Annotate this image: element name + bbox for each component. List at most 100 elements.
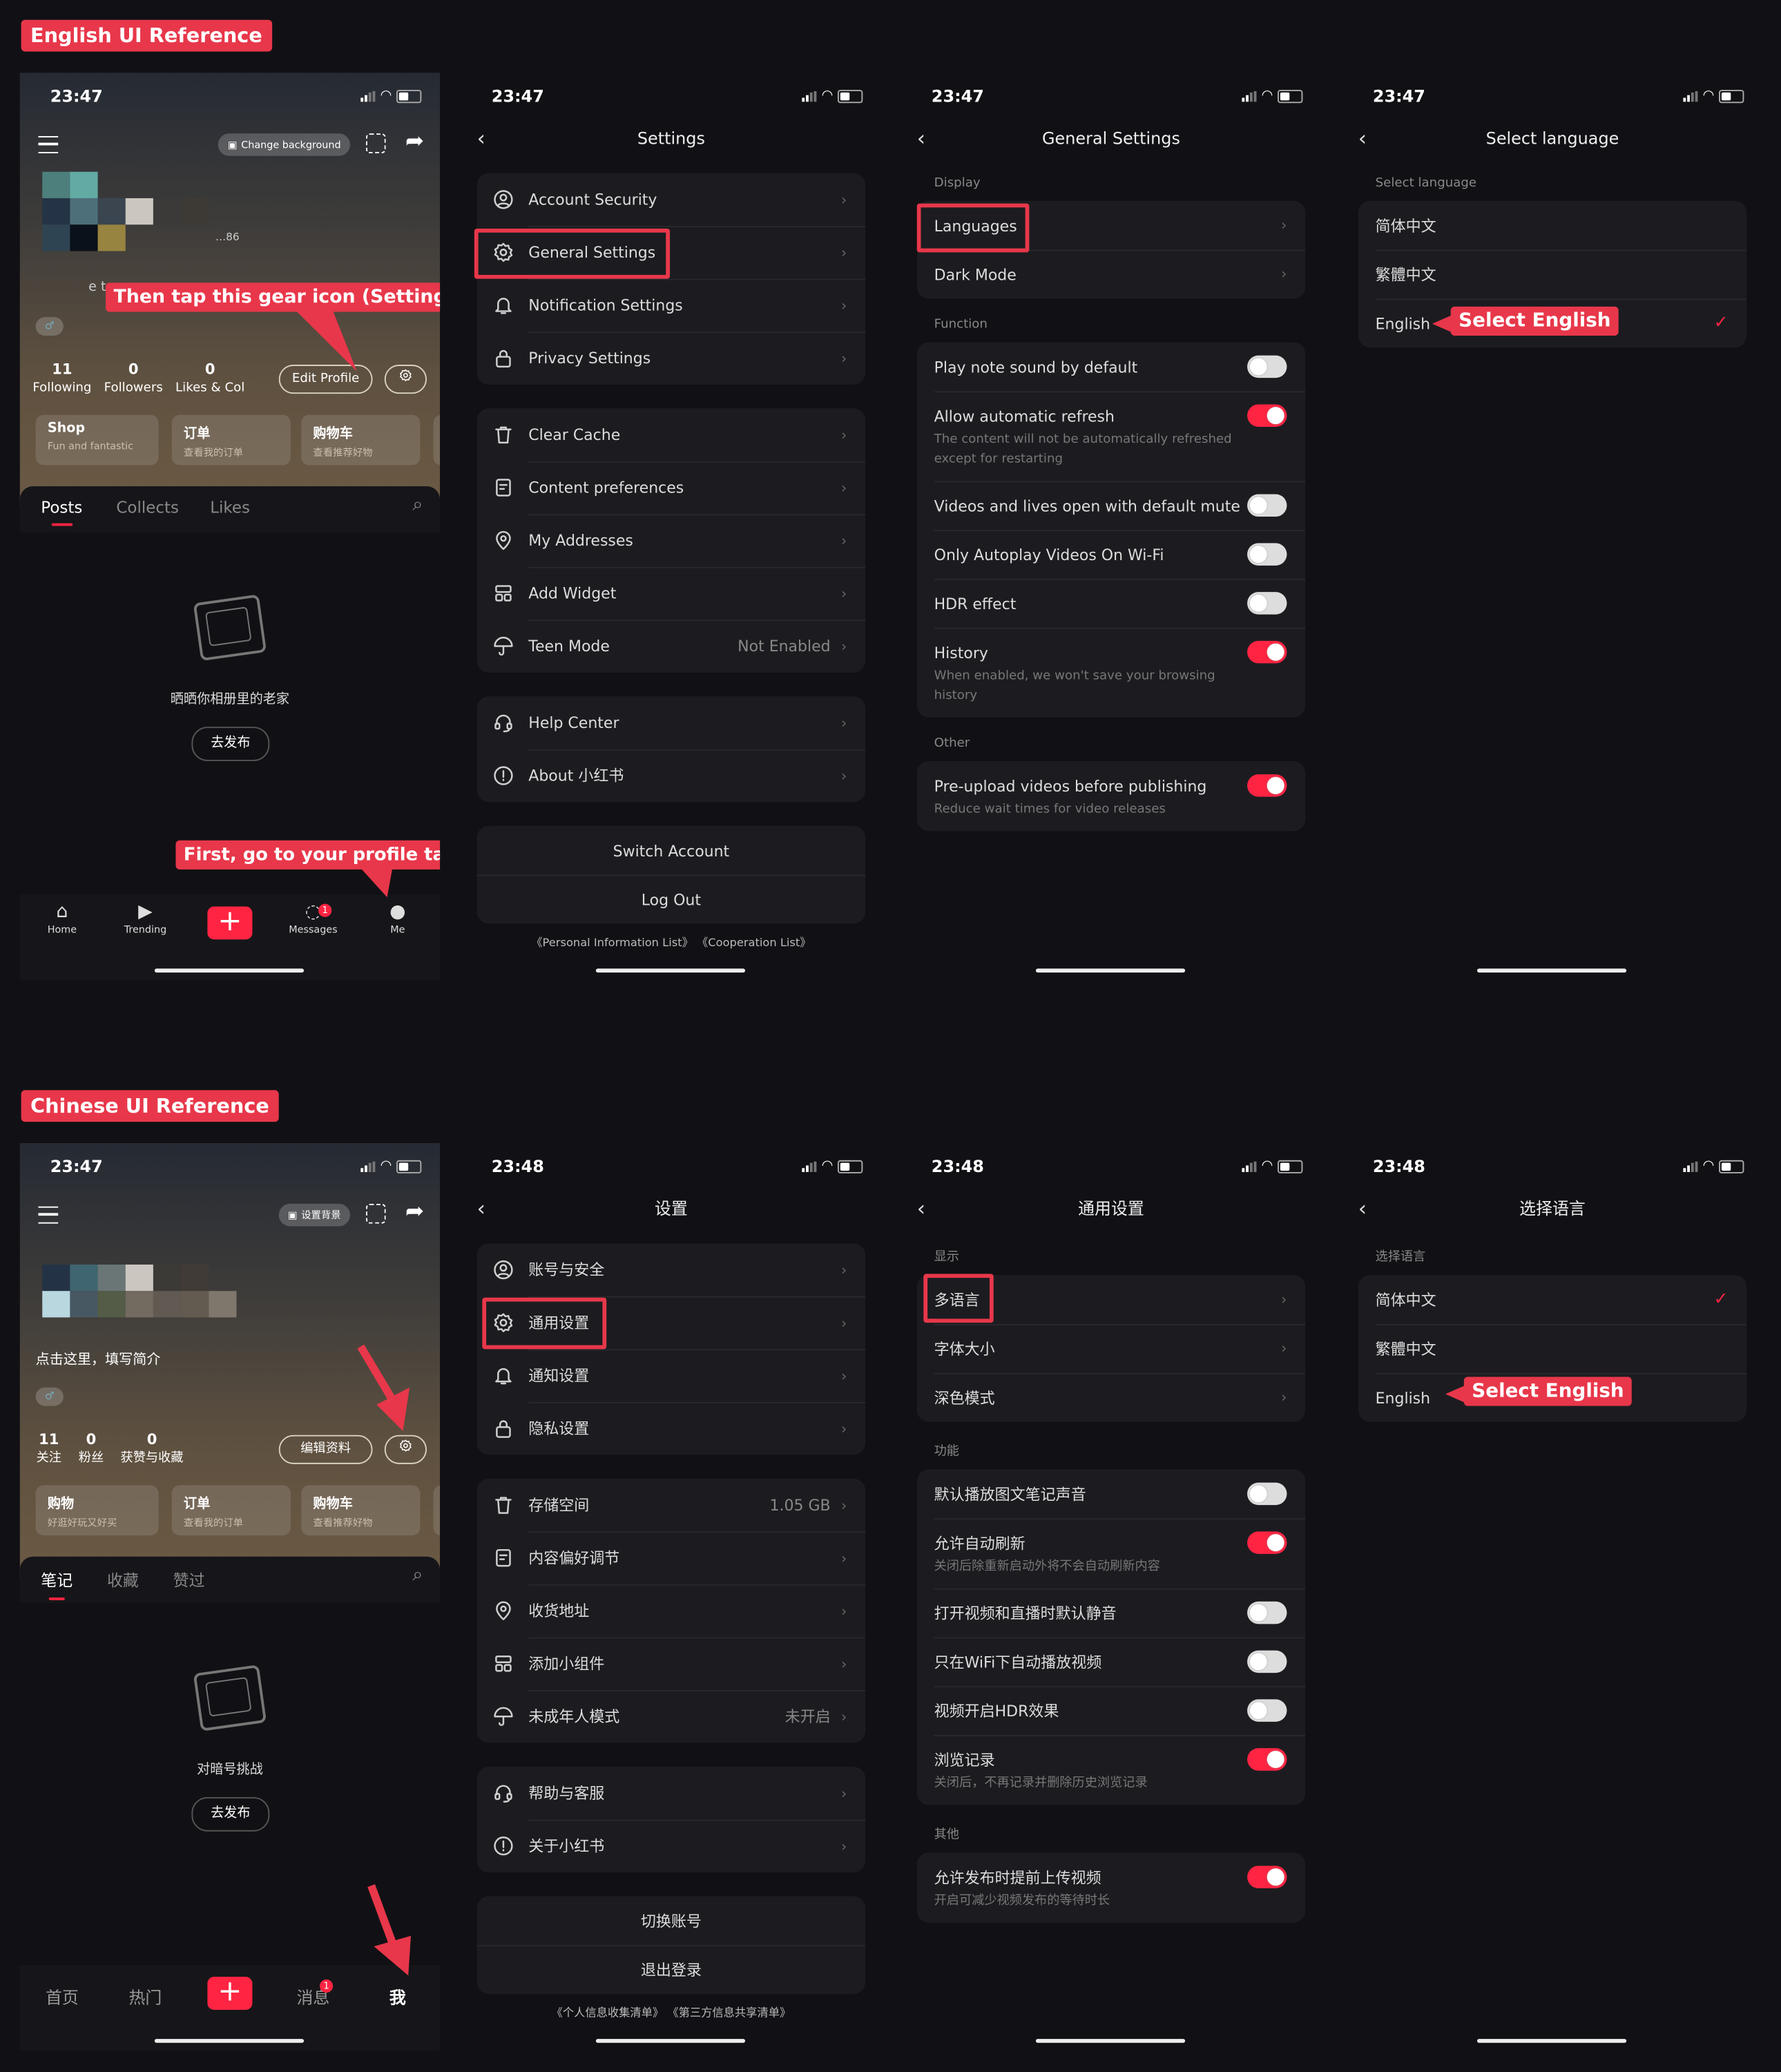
- nav-item-2[interactable]: 消息 1: [280, 1979, 347, 2008]
- share-icon[interactable]: ➦: [405, 128, 424, 155]
- settings-item-headset[interactable]: 帮助与客服 ›: [477, 1767, 865, 1820]
- edit-profile-button[interactable]: 编辑资料: [278, 1435, 373, 1464]
- menu-icon[interactable]: [38, 136, 59, 153]
- nav-item-2[interactable]: ◌ Messages 1: [280, 901, 347, 936]
- tab-2[interactable]: Likes: [210, 498, 250, 517]
- toggle-switch[interactable]: [1247, 1650, 1287, 1673]
- nav-item-1[interactable]: 热门: [113, 1984, 179, 2008]
- back-button[interactable]: ‹: [917, 1193, 925, 1225]
- settings-item-info[interactable]: 关于小红书 ›: [477, 1819, 866, 1872]
- nav-item-0[interactable]: 首页: [29, 1984, 95, 2008]
- toggle-switch[interactable]: [1247, 1699, 1287, 1722]
- post-button[interactable]: 去发布: [191, 727, 270, 762]
- shortcut-card[interactable]: 购物 好逛好玩又好买: [35, 1485, 159, 1536]
- scan-icon[interactable]: [365, 133, 386, 153]
- settings-item-widget[interactable]: 添加小组件 ›: [477, 1637, 866, 1690]
- shortcut-card[interactable]: 订单 查看我的订单: [171, 1485, 291, 1536]
- settings-item-lock[interactable]: 隐私设置 ›: [477, 1401, 866, 1455]
- scan-icon[interactable]: [365, 1203, 386, 1224]
- footer-links[interactable]: 《Personal Information List》 《Cooperation…: [477, 934, 865, 950]
- settings-item-trash[interactable]: Clear Cache ›: [477, 408, 865, 461]
- back-button[interactable]: ‹: [917, 123, 925, 155]
- shortcut-card-partial[interactable]: [433, 1485, 441, 1536]
- switch-account-button[interactable]: Switch Account: [477, 826, 865, 875]
- shortcut-card[interactable]: 购物车 查看推荐好物: [301, 1485, 421, 1536]
- settings-item-account-security[interactable]: Account Security ›: [477, 173, 865, 227]
- settings-item-document[interactable]: 内容偏好调节 ›: [477, 1531, 866, 1584]
- settings-option[interactable]: 多语言 ›: [917, 1275, 1305, 1324]
- log-out-button[interactable]: 退出登录: [476, 1945, 866, 1994]
- toggle-switch[interactable]: [1247, 404, 1287, 427]
- post-button[interactable]: 去发布: [191, 1796, 270, 1832]
- create-post-button[interactable]: +: [207, 905, 253, 940]
- nav-item-0[interactable]: ⌂ Home: [29, 901, 95, 936]
- language-option[interactable]: 繁體中文: [1358, 1324, 1747, 1373]
- toggle-switch[interactable]: [1247, 355, 1287, 378]
- shortcut-card[interactable]: 订单 查看我的订单: [171, 414, 291, 466]
- stat-1[interactable]: 0 Followers: [94, 361, 173, 398]
- search-icon[interactable]: ⌕: [412, 495, 423, 516]
- settings-item-widget[interactable]: Add Widget ›: [477, 566, 866, 620]
- log-out-button[interactable]: Log Out: [476, 874, 866, 924]
- stat-2[interactable]: 0 获赞与收藏: [113, 1431, 192, 1468]
- search-icon[interactable]: ⌕: [412, 1564, 423, 1586]
- tab-0[interactable]: 笔记: [41, 1569, 73, 1600]
- settings-item-umbrella[interactable]: 未成年人模式 未开启 ›: [477, 1689, 866, 1743]
- stat-2[interactable]: 0 Likes & Col: [171, 361, 250, 398]
- shortcut-card-partial[interactable]: [433, 414, 441, 466]
- toggle-switch[interactable]: [1247, 1865, 1287, 1888]
- settings-item-umbrella[interactable]: Teen Mode Not Enabled ›: [477, 620, 866, 673]
- settings-option[interactable]: Languages ›: [917, 201, 1305, 250]
- toggle-switch[interactable]: [1247, 1482, 1287, 1506]
- change-background-button[interactable]: ▣ 设置背景: [278, 1203, 350, 1227]
- language-option[interactable]: 简体中文 ✓: [1358, 1275, 1746, 1324]
- tab-0[interactable]: Posts: [41, 498, 82, 526]
- nav-item-1[interactable]: ▶ Trending: [113, 901, 179, 936]
- toggle-switch[interactable]: [1247, 774, 1287, 797]
- bio-text[interactable]: 点击这里，填写简介: [36, 1349, 161, 1369]
- tab-2[interactable]: 赞过: [173, 1569, 205, 1591]
- tab-1[interactable]: 收藏: [107, 1569, 139, 1591]
- nav-item-3[interactable]: ● Me: [365, 901, 431, 936]
- settings-item-account-security[interactable]: 账号与安全 ›: [477, 1243, 865, 1296]
- stat-0[interactable]: 11 Following: [23, 361, 102, 398]
- create-post-button[interactable]: +: [207, 1976, 253, 2010]
- language-option[interactable]: 繁體中文: [1358, 249, 1747, 299]
- settings-item-document[interactable]: Content preferences ›: [477, 461, 866, 515]
- settings-item-gear[interactable]: General Settings ›: [477, 226, 866, 279]
- toggle-switch[interactable]: [1247, 543, 1287, 566]
- toggle-switch[interactable]: [1247, 1748, 1287, 1771]
- settings-item-headset[interactable]: Help Center ›: [477, 696, 865, 749]
- footer-links[interactable]: 《个人信息收集清单》 《第三方信息共享清单》: [477, 2004, 865, 2020]
- nav-item-3[interactable]: 我: [365, 1984, 431, 2008]
- back-button[interactable]: ‹: [1358, 1193, 1367, 1225]
- toggle-switch[interactable]: [1247, 592, 1287, 615]
- change-background-button[interactable]: ▣ Change background: [218, 133, 350, 156]
- settings-item-lock[interactable]: Privacy Settings ›: [477, 332, 866, 385]
- switch-account-button[interactable]: 切换账号: [477, 1896, 865, 1945]
- share-icon[interactable]: ➦: [405, 1198, 424, 1225]
- settings-item-info[interactable]: About 小红书 ›: [477, 749, 866, 803]
- back-button[interactable]: ‹: [477, 1193, 485, 1225]
- toggle-switch[interactable]: [1247, 640, 1287, 664]
- menu-icon[interactable]: [38, 1206, 59, 1224]
- settings-item-bell[interactable]: Notification Settings ›: [477, 278, 866, 332]
- settings-option[interactable]: Dark Mode ›: [917, 249, 1306, 299]
- language-option[interactable]: 简体中文: [1358, 201, 1746, 250]
- tab-1[interactable]: Collects: [116, 498, 179, 517]
- settings-option[interactable]: 深色模式 ›: [917, 1372, 1306, 1422]
- shortcut-card[interactable]: 购物车 查看推荐好物: [301, 414, 421, 466]
- settings-item-location-pin[interactable]: My Addresses ›: [477, 514, 866, 567]
- settings-gear-button[interactable]: [384, 365, 427, 394]
- toggle-switch[interactable]: [1247, 1531, 1287, 1554]
- settings-item-gear[interactable]: 通用设置 ›: [477, 1296, 866, 1350]
- toggle-switch[interactable]: [1247, 494, 1287, 517]
- toggle-switch[interactable]: [1247, 1601, 1287, 1624]
- settings-item-trash[interactable]: 存储空间 1.05 GB ›: [477, 1479, 865, 1532]
- settings-gear-button[interactable]: [384, 1435, 427, 1464]
- settings-item-location-pin[interactable]: 收货地址 ›: [477, 1584, 866, 1638]
- settings-item-bell[interactable]: 通知设置 ›: [477, 1349, 866, 1402]
- settings-option[interactable]: 字体大小 ›: [917, 1324, 1306, 1373]
- back-button[interactable]: ‹: [1358, 123, 1367, 155]
- shortcut-card[interactable]: Shop Fun and fantastic: [35, 414, 159, 466]
